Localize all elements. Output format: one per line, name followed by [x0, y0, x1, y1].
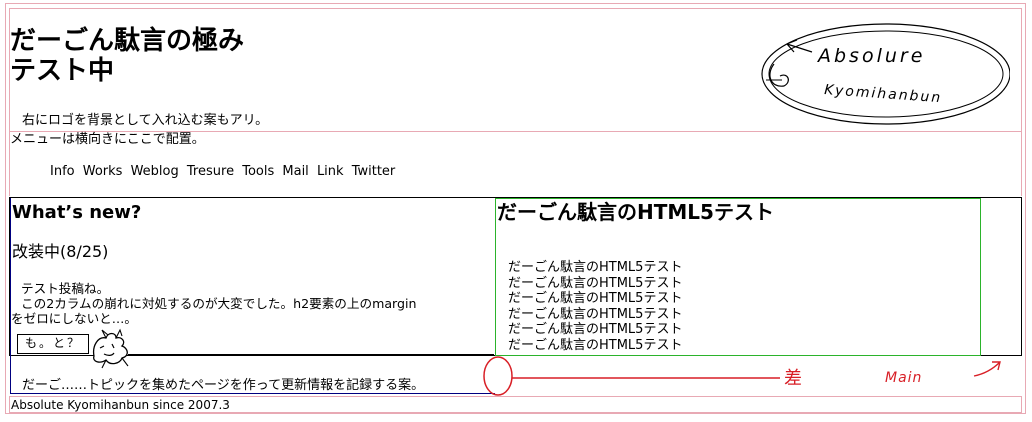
- logo-text-line1: Absolure: [816, 45, 925, 67]
- annotation-overlay: 差 Main: [483, 356, 1001, 396]
- nav-link-info[interactable]: Info: [50, 164, 75, 179]
- nav-link-tresure[interactable]: Tresure: [187, 164, 234, 179]
- list-item: だーごん駄言のHTML5テスト: [508, 306, 683, 322]
- nav-link-works[interactable]: Works: [83, 164, 123, 179]
- list-item: だーごん駄言のHTML5テスト: [508, 275, 683, 291]
- nav-link-tools[interactable]: Tools: [242, 164, 274, 179]
- nav-link-link[interactable]: Link: [317, 164, 344, 179]
- list-item: だーごん駄言のHTML5テスト: [508, 322, 683, 338]
- annotation-diff-label: 差: [784, 368, 802, 389]
- nav-link-mail[interactable]: Mail: [282, 164, 308, 179]
- site-title-line1: だーごん駄言の極み: [10, 26, 245, 56]
- header-note: 右にロゴを背景として入れ込む案もアリ。: [22, 113, 269, 128]
- main-heading: だーごん駄言のHTML5テスト: [497, 200, 774, 224]
- sidebar-note: だーご……トピックを集めたページを作って更新情報を記録する案。: [22, 378, 425, 393]
- nav-menu: Info Works Weblog Tresure Tools Mail Lin…: [50, 164, 399, 180]
- character-sketch-icon: [92, 328, 129, 369]
- page: だーごん駄言の極み テスト中 右にロゴを背景として入れ込む案もアリ。 Absol…: [0, 0, 1032, 422]
- main-list: だーごん駄言のHTML5テスト だーごん駄言のHTML5テスト だーごん駄言のH…: [508, 260, 682, 354]
- site-title: だーごん駄言の極み テスト中: [10, 26, 244, 86]
- nav-note: メニューは横向きにここで配置。: [10, 132, 205, 147]
- sidebar-divider: [128, 354, 494, 355]
- news-line-1: テスト投稿ね。: [21, 281, 110, 296]
- motto-box: も。と？: [17, 334, 89, 354]
- footer-text: Absolute Kyomihanbun since 2007.3: [11, 398, 230, 412]
- list-item: だーごん駄言のHTML5テスト: [508, 291, 683, 307]
- nav-link-weblog[interactable]: Weblog: [131, 164, 179, 179]
- list-item: だーごん駄言のHTML5テスト: [508, 260, 683, 275]
- whats-new-heading: What’s new?: [12, 202, 142, 223]
- news-line-2: この2カラムの崩れに対処するのが大変でした。h2要素の上のmargin: [21, 296, 417, 311]
- logo-text-line2: Kyomihanbun: [824, 82, 943, 106]
- site-title-line2: テスト中: [10, 56, 115, 86]
- news-subheading: 改装中(8/25): [12, 242, 109, 261]
- arrow-up-right-icon: [973, 361, 1001, 377]
- news-line-3: をゼロにしないと…。: [11, 311, 137, 326]
- nav-link-twitter[interactable]: Twitter: [352, 164, 396, 179]
- annotation-main-label: Main: [885, 370, 922, 386]
- site-logo: Absolure Kyomihanbun: [761, 23, 1010, 125]
- annotation-circle: [483, 356, 513, 396]
- news-body: テスト投稿ね。 この2カラムの崩れに対処するのが大変でした。h2要素の上のmar…: [11, 281, 491, 326]
